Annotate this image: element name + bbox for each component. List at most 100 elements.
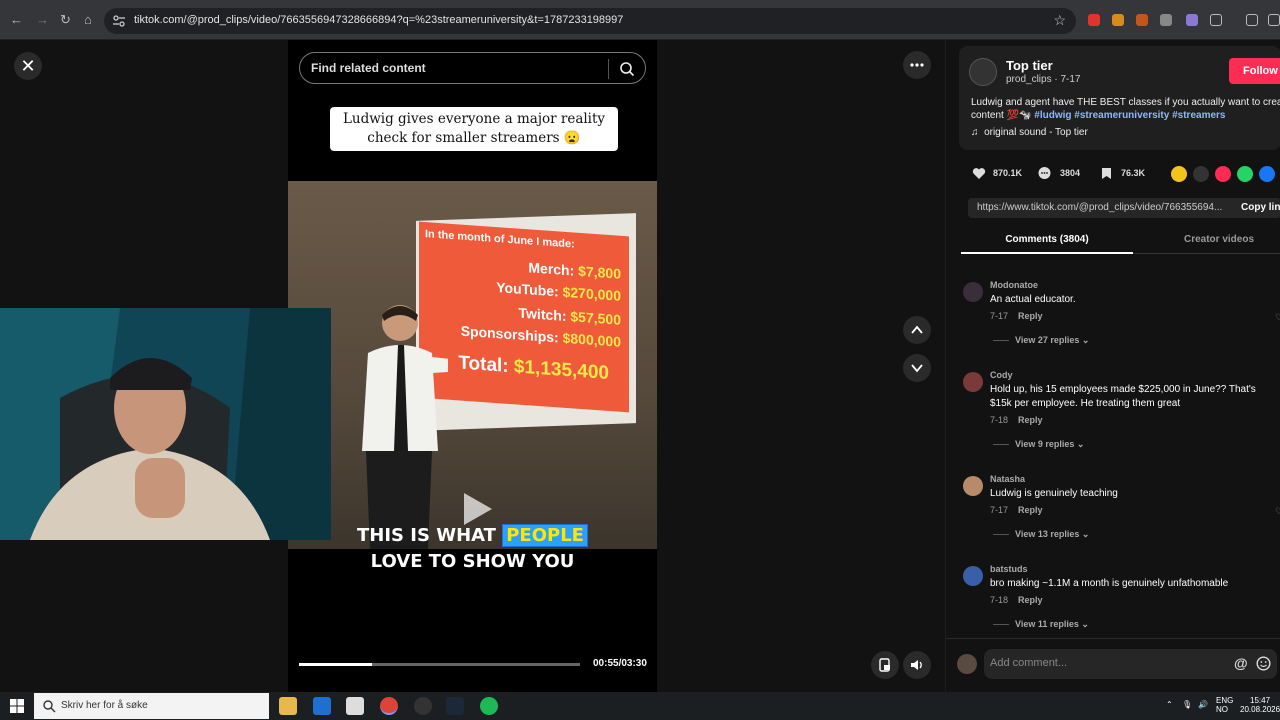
- commenter-avatar[interactable]: [963, 372, 983, 392]
- forward-icon[interactable]: →: [36, 12, 49, 27]
- bookmark-icon[interactable]: [1101, 167, 1112, 180]
- reply-button[interactable]: Reply: [1018, 505, 1043, 515]
- extension-icon[interactable]: [1088, 14, 1100, 26]
- extension-icon[interactable]: [1112, 14, 1124, 26]
- presenter-figure: [362, 305, 448, 549]
- extension-icon[interactable]: [1186, 14, 1198, 26]
- search-icon[interactable]: [619, 61, 635, 77]
- view-replies-button[interactable]: View 11 replies ⌄: [993, 619, 1089, 630]
- tab-comments[interactable]: Comments (3804): [961, 230, 1133, 254]
- share-link-url[interactable]: https://www.tiktok.com/@prod_clips/video…: [977, 202, 1222, 213]
- send-share-icon[interactable]: [1215, 166, 1231, 182]
- volume-button[interactable]: [903, 651, 931, 679]
- windows-icon[interactable]: [10, 699, 24, 713]
- hashtags[interactable]: #ludwig #streameruniversity #streamers: [1034, 110, 1225, 121]
- commenter-name[interactable]: Modonatoe: [990, 280, 1038, 290]
- facebook-share-icon[interactable]: [1259, 166, 1275, 182]
- tab-creator-videos[interactable]: Creator videos: [1149, 230, 1280, 254]
- share-link-box: https://www.tiktok.com/@prod_clips/video…: [968, 198, 1280, 218]
- commenter-avatar[interactable]: [963, 566, 983, 586]
- microphone-icon[interactable]: 🎙: [1182, 700, 1192, 709]
- extension-icon[interactable]: [1136, 14, 1148, 26]
- comment-meta: 7-18 Reply: [990, 415, 1043, 425]
- author-avatar[interactable]: [969, 58, 997, 86]
- comment-text: bro making ~1.1M a month is genuinely un…: [990, 578, 1229, 589]
- commenter-name[interactable]: Cody: [990, 370, 1013, 380]
- extensions-puzzle-icon[interactable]: [1210, 14, 1222, 26]
- repost-share-icon[interactable]: [1171, 166, 1187, 182]
- author-handle-date[interactable]: prod_clips · 7-17: [1006, 74, 1080, 85]
- spotify-icon[interactable]: [480, 697, 498, 715]
- address-bar[interactable]: tiktok.com/@prod_clips/video/76635569473…: [104, 8, 1076, 34]
- related-search-input[interactable]: Find related content: [299, 52, 646, 84]
- pip-icon: [879, 658, 890, 672]
- comment-count: 3804: [1060, 168, 1081, 178]
- user-avatar[interactable]: [957, 654, 977, 674]
- extension-icon[interactable]: [1160, 14, 1172, 26]
- reply-button[interactable]: Reply: [1018, 311, 1043, 321]
- close-button[interactable]: ✕: [14, 52, 42, 80]
- file-explorer-icon[interactable]: [279, 697, 297, 715]
- video-time: 00:55/03:30: [593, 658, 647, 669]
- commenter-avatar[interactable]: [963, 476, 983, 496]
- engagement-bar: 870.1K 3804 76.3K: [946, 166, 1280, 182]
- clock[interactable]: 15:47 20.08.2026: [1240, 696, 1280, 714]
- reply-button[interactable]: Reply: [1018, 595, 1043, 605]
- caption-highlight: PEOPLE: [502, 524, 588, 547]
- copy-link-button[interactable]: Copy link: [1241, 202, 1280, 213]
- caption-line: THIS IS WHAT PEOPLE: [288, 523, 657, 549]
- home-icon[interactable]: ⌂: [84, 12, 92, 27]
- volume-icon[interactable]: 🔊: [1198, 700, 1208, 709]
- steam-icon[interactable]: [446, 697, 464, 715]
- reply-button[interactable]: Reply: [1018, 415, 1043, 425]
- more-options-button[interactable]: [903, 51, 931, 79]
- comment-text: Ludwig is genuinely teaching: [990, 488, 1118, 499]
- obs-icon[interactable]: [414, 697, 432, 715]
- search-icon: [43, 700, 56, 713]
- language-indicator[interactable]: ENG NO: [1216, 696, 1233, 714]
- slide-line: Twitch: $57,500: [518, 304, 621, 328]
- url-text[interactable]: tiktok.com/@prod_clips/video/76635569473…: [134, 14, 623, 26]
- comment-icon[interactable]: [1037, 166, 1052, 181]
- notepad-icon[interactable]: [346, 697, 364, 715]
- video-player[interactable]: In the month of June I made: Merch: $7,8…: [288, 40, 657, 692]
- commenter-avatar[interactable]: [963, 282, 983, 302]
- tray-chevron-icon[interactable]: ⌃: [1166, 700, 1173, 709]
- video-progress-bar[interactable]: [299, 663, 580, 666]
- view-replies-button[interactable]: View 9 replies ⌄: [993, 439, 1084, 450]
- view-replies-button[interactable]: View 13 replies ⌄: [993, 529, 1089, 540]
- site-info-icon[interactable]: [112, 14, 126, 28]
- webcam-scene: [0, 308, 331, 540]
- side-panel-icon[interactable]: [1268, 14, 1280, 26]
- mention-at-icon[interactable]: @: [1234, 655, 1248, 671]
- reading-list-icon[interactable]: [1246, 14, 1258, 26]
- whatsapp-share-icon[interactable]: [1237, 166, 1253, 182]
- commenter-name[interactable]: batstuds: [990, 564, 1028, 574]
- commenter-name[interactable]: Natasha: [990, 474, 1025, 484]
- picture-in-picture-button[interactable]: [871, 651, 899, 679]
- browser-toolbar: ← → ↻ ⌂ tiktok.com/@prod_clips/video/766…: [0, 0, 1280, 40]
- comment-like-icon[interactable]: ♡: [1275, 312, 1280, 323]
- video-caption: THIS IS WHAT PEOPLE LOVE TO SHOW YOU: [288, 523, 657, 575]
- slide-line: Merch: $7,800: [528, 259, 621, 282]
- taskbar-search[interactable]: Skriv her for å søke: [34, 693, 269, 719]
- reload-icon[interactable]: ↻: [60, 12, 71, 28]
- view-replies-button[interactable]: View 27 replies ⌄: [993, 335, 1089, 346]
- comment-placeholder: Add comment...: [990, 657, 1068, 669]
- embed-share-icon[interactable]: [1193, 166, 1209, 182]
- next-video-button[interactable]: [903, 354, 931, 382]
- sound-link[interactable]: ♫ original sound - Top tier: [971, 127, 1088, 138]
- follow-button[interactable]: Follow: [1229, 58, 1280, 84]
- bookmark-star-icon[interactable]: ☆: [1053, 12, 1066, 29]
- heart-icon[interactable]: [972, 167, 986, 180]
- chrome-icon[interactable]: [380, 697, 398, 715]
- emoji-icon[interactable]: [1256, 656, 1271, 671]
- comment-input[interactable]: Add comment... @: [984, 649, 1277, 679]
- comment-like-icon[interactable]: ♡: [1275, 506, 1280, 517]
- comment-text: An actual educator.: [990, 294, 1076, 305]
- video-frame: In the month of June I made: Merch: $7,8…: [288, 181, 657, 549]
- outlook-icon[interactable]: [313, 697, 331, 715]
- back-icon[interactable]: ←: [10, 12, 23, 27]
- previous-video-button[interactable]: [903, 316, 931, 344]
- author-name[interactable]: Top tier: [1006, 58, 1053, 73]
